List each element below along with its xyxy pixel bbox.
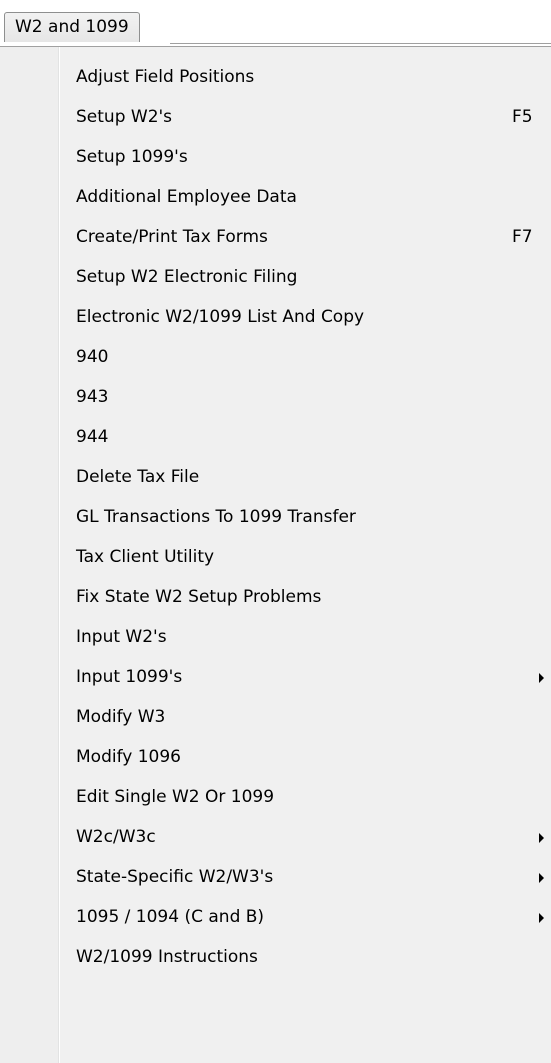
menu-item-label: State-Specific W2/W3's [76, 867, 274, 887]
menu-item-electronic-w2-1099-list-and-copy[interactable]: Electronic W2/1099 List And Copy [60, 297, 551, 337]
submenu-arrow-icon [539, 673, 544, 683]
menu-bar-divider [170, 43, 551, 44]
dropdown-menu: Adjust Field Positions Setup W2's F5 Setup … [0, 46, 551, 1063]
menu-item-label: 940 [76, 347, 109, 367]
menu-item-setup-w2-s[interactable]: Setup W2's F5 [60, 97, 551, 137]
menu-item-label: Input 1099's [76, 667, 183, 687]
submenu-arrow-icon [539, 873, 544, 883]
menu-item-gl-transactions-to-1099-transfer[interactable]: GL Transactions To 1099 Transfer [60, 497, 551, 537]
menu-item-fix-state-w2-setup-problems[interactable]: Fix State W2 Setup Problems [60, 577, 551, 617]
menu-item-state-specific-w2-w3-s[interactable]: State-Specific W2/W3's [60, 857, 551, 897]
menu-item-label: 943 [76, 387, 109, 407]
menu-item-label: Fix State W2 Setup Problems [76, 587, 322, 607]
menu-item-edit-single-w2-or-1099[interactable]: Edit Single W2 Or 1099 [60, 777, 551, 817]
menu-item-943[interactable]: 943 [60, 377, 551, 417]
menu-item-modify-1096[interactable]: Modify 1096 [60, 737, 551, 777]
menu-item-w2-1099-instructions[interactable]: W2/1099 Instructions [60, 937, 551, 977]
menu-item-label: W2c/W3c [76, 827, 156, 847]
menu-item-delete-tax-file[interactable]: Delete Tax File [60, 457, 551, 497]
menu-item-shortcut: F5 [512, 107, 533, 127]
menu-item-setup-1099-s[interactable]: Setup 1099's [60, 137, 551, 177]
menu-item-label: Setup W2 Electronic Filing [76, 267, 298, 287]
menu-item-label: Tax Client Utility [76, 547, 215, 567]
menu-item-label: GL Transactions To 1099 Transfer [76, 507, 356, 527]
menu-item-label: Setup W2's [76, 107, 173, 127]
menu-item-modify-w3[interactable]: Modify W3 [60, 697, 551, 737]
menu-item-label: Edit Single W2 Or 1099 [76, 787, 275, 807]
menu-item-label: Input W2's [76, 627, 167, 647]
menu-item-input-w2-s[interactable]: Input W2's [60, 617, 551, 657]
submenu-arrow-icon [539, 913, 544, 923]
menu-item-additional-employee-data[interactable]: Additional Employee Data [60, 177, 551, 217]
menu-item-label: 1095 / 1094 (C and B) [76, 907, 265, 927]
menu-item-label: Additional Employee Data [76, 187, 297, 207]
menu-item-w2c-w3c[interactable]: W2c/W3c [60, 817, 551, 857]
menu-item-label: Delete Tax File [76, 467, 200, 487]
menu-item-create-print-tax-forms[interactable]: Create/Print Tax Forms F7 [60, 217, 551, 257]
submenu-arrow-icon [539, 833, 544, 843]
menu-item-tax-client-utility[interactable]: Tax Client Utility [60, 537, 551, 577]
menu-item-label: Setup 1099's [76, 147, 188, 167]
menu-bar: W2 and 1099 [0, 0, 551, 46]
icon-gutter [0, 47, 58, 1063]
menu-item-shortcut: F7 [512, 227, 533, 247]
menu-item-944[interactable]: 944 [60, 417, 551, 457]
menu-item-label: Adjust Field Positions [76, 67, 255, 87]
menu-item-label: W2/1099 Instructions [76, 947, 258, 967]
menu-item-label: Electronic W2/1099 List And Copy [76, 307, 365, 327]
menu-item-label: 944 [76, 427, 109, 447]
menu-item-1095-1094-c-and-b[interactable]: 1095 / 1094 (C and B) [60, 897, 551, 937]
menu-item-label: Create/Print Tax Forms [76, 227, 268, 247]
menu-item-label: Modify W3 [76, 707, 166, 727]
menu-item-setup-w2-electronic-filing[interactable]: Setup W2 Electronic Filing [60, 257, 551, 297]
menu-item-adjust-field-positions[interactable]: Adjust Field Positions [60, 57, 551, 97]
menu-item-label: Modify 1096 [76, 747, 181, 767]
menu-item-940[interactable]: 940 [60, 337, 551, 377]
menu-title-w2-and-1099[interactable]: W2 and 1099 [4, 12, 140, 42]
menu-item-input-1099-s[interactable]: Input 1099's [60, 657, 551, 697]
